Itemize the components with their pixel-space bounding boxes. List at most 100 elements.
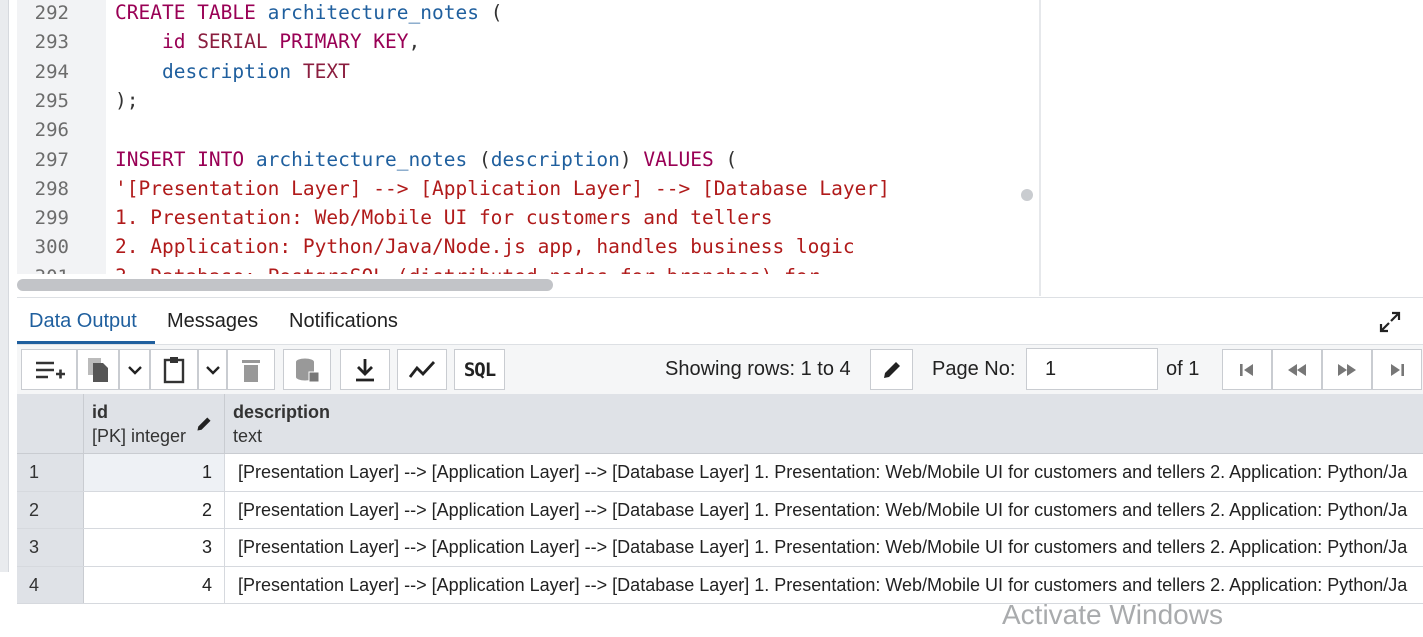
sql-button-label: SQL [463,358,496,381]
previous-page-button[interactable] [1272,349,1322,390]
cell-id[interactable]: 1 [84,454,225,491]
line-number: 292 [34,2,69,24]
edit-rows-button[interactable] [870,349,913,390]
paste-button[interactable] [150,349,198,390]
first-page-icon [1240,363,1253,376]
add-row-button[interactable] [21,349,77,390]
rewind-icon [1288,363,1306,376]
tab-notifications[interactable]: Notifications [289,310,398,333]
code-token: ( [467,147,491,171]
left-panel-edge [0,0,9,572]
column-type: [PK] integer [92,426,187,446]
column-header-id[interactable]: id [PK] integer [84,394,225,454]
code-token: 3. Database: PostgreSQL (distributed nod… [115,265,819,274]
grid-header: id [PK] integer description text [17,394,1423,454]
download-icon [356,358,374,381]
row-number[interactable]: 2 [17,491,84,528]
add-row-icon [36,361,65,378]
pencil-icon [883,361,900,378]
code-token: , [408,30,421,54]
cell-id[interactable]: 3 [84,529,225,566]
editor-horizontal-scrollbar[interactable] [17,279,553,291]
save-data-button[interactable] [283,349,331,390]
output-tabs: Data Output Messages Notifications [17,297,1423,344]
table-row[interactable]: 2 2 [Presentation Layer] --> [Applicatio… [17,491,1423,529]
code-token: architecture_notes [255,147,468,171]
code-token: ( [478,1,503,24]
cell-description[interactable]: [Presentation Layer] --> [Application La… [225,492,1423,529]
first-page-button[interactable] [1222,349,1272,390]
cell-description[interactable]: [Presentation Layer] --> [Application La… [225,529,1423,566]
pencil-icon [197,417,211,431]
copy-options-dropdown[interactable] [119,349,150,390]
clipboard-icon [163,356,185,383]
rows-count-label: Showing rows: 1 to 4 [665,358,851,380]
row-number[interactable]: 1 [17,454,84,491]
expand-icon[interactable] [1378,310,1402,334]
line-number: 299 [34,207,69,230]
last-page-icon [1391,363,1404,376]
code-token: ); [115,88,139,112]
code-token: PRIMARY KEY [279,30,409,54]
code-token: VALUES [643,147,714,171]
table-row[interactable]: 1 1 [Presentation Layer] --> [Applicatio… [17,454,1423,492]
line-chart-icon [408,360,436,378]
chevron-down-icon [205,365,220,375]
database-save-icon [296,358,320,382]
page-number-label: Page No: [932,358,1016,380]
code-token: architecture_notes [267,1,479,24]
results-toolbar: SQL Showing rows: 1 to 4 Page No: of 1 [17,344,1423,394]
copy-button[interactable] [77,349,119,390]
code-token: description [161,59,292,83]
page-number-input[interactable] [1026,348,1158,390]
code-line[interactable]: 2. Application: Python/Java/Node.js app,… [115,236,855,258]
column-header-description[interactable]: description text [225,394,1423,454]
code-line[interactable]: '[Presentation Layer] --> [Application L… [115,176,890,200]
code-token: CREATE TABLE [115,1,268,24]
editor-scroll-indicator [1021,189,1033,201]
row-number[interactable]: 4 [17,566,84,603]
copy-icon [88,357,108,382]
code-line[interactable]: INSERT INTO architecture_notes (descript… [115,147,738,171]
code-line[interactable]: 1. Presentation: Web/Mobile UI for custo… [115,207,772,229]
cell-description[interactable]: [Presentation Layer] --> [Application La… [225,454,1423,491]
code-token: description [490,147,620,171]
cell-id[interactable]: 2 [84,491,225,528]
line-number: 300 [34,236,69,259]
line-number: 295 [34,89,69,112]
paste-options-dropdown[interactable] [198,349,227,390]
tab-messages[interactable]: Messages [167,310,258,333]
chevron-down-icon [127,365,142,375]
code-line[interactable]: ); [115,88,139,112]
cell-description[interactable]: [Presentation Layer] --> [Application La… [225,567,1423,604]
row-number[interactable]: 3 [17,529,84,566]
next-page-button[interactable] [1322,349,1372,390]
delete-button[interactable] [227,349,275,390]
line-number: 298 [34,177,69,200]
row-number-header[interactable] [17,394,84,454]
code-token: SERIAL [185,30,280,54]
code-token: ( [713,147,738,171]
sql-editor[interactable]: 292 CREATE TABLE architecture_notes (293 … [17,0,1015,274]
sql-button[interactable]: SQL [454,349,505,390]
code-token: id [161,30,186,54]
tab-data-output[interactable]: Data Output [29,310,137,333]
column-name: description [233,402,331,422]
panel-divider[interactable] [1039,0,1041,296]
line-number: 296 [34,119,69,142]
table-row[interactable]: 3 3 [Presentation Layer] --> [Applicatio… [17,529,1423,567]
line-number: 294 [34,60,69,83]
code-line[interactable]: id SERIAL PRIMARY KEY, [115,31,420,53]
download-button[interactable] [340,349,390,390]
code-line[interactable]: CREATE TABLE architecture_notes ( [115,2,502,24]
code-line[interactable]: 3. Database: PostgreSQL (distributed nod… [115,265,819,274]
last-page-button[interactable] [1372,349,1422,390]
code-token: '[Presentation Layer] --> [Application L… [115,176,890,200]
activate-windows-watermark: Activate Windows [1002,599,1223,630]
code-line[interactable]: description TEXT [115,59,350,83]
graph-visualiser-button[interactable] [397,349,447,390]
code-token: 1. Presentation: Web/Mobile UI for custo… [115,206,773,230]
column-name: id [92,402,108,422]
code-token: TEXT [291,59,350,83]
cell-id[interactable]: 4 [84,566,225,603]
